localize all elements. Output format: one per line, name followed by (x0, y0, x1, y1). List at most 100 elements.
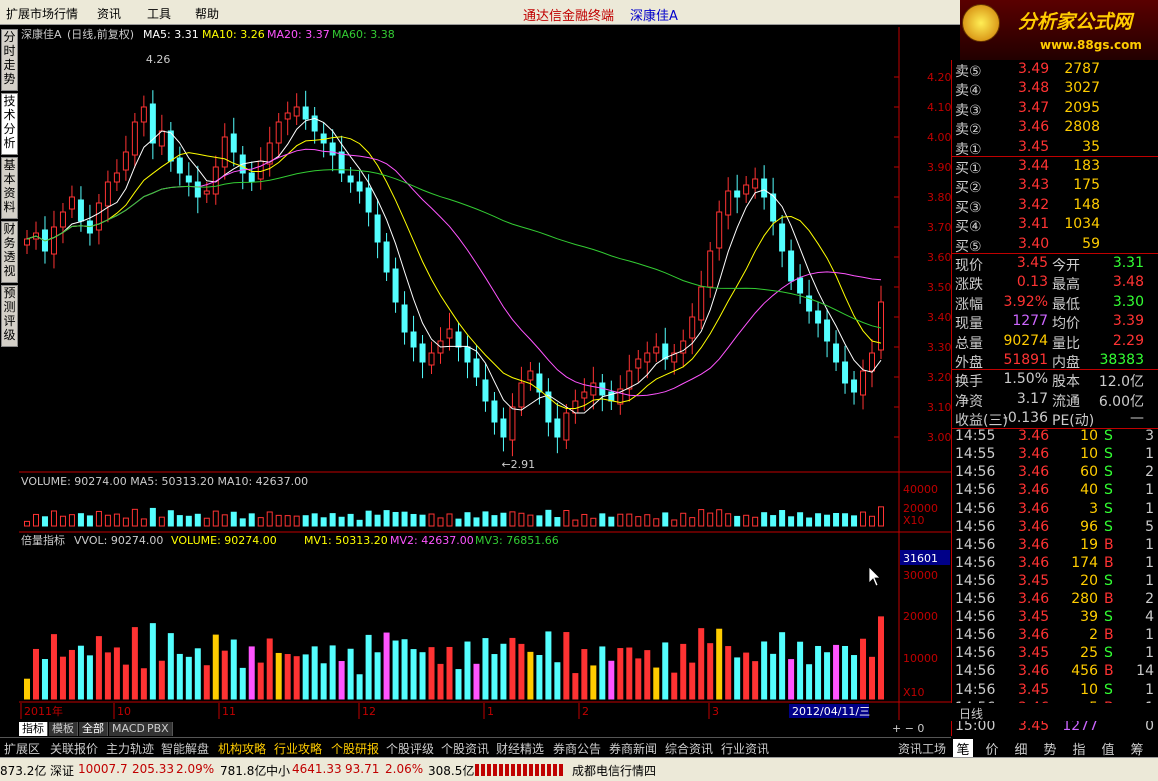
volume-bar (24, 520, 30, 527)
candle-body (779, 223, 786, 252)
vvol-bar (752, 661, 759, 700)
func-9[interactable]: 财经精选 (496, 740, 544, 757)
menu-extended-market[interactable]: 扩展市场行情 (6, 5, 78, 22)
price-tick-label: 3.50 (927, 281, 951, 294)
func-12[interactable]: 综合资讯 (665, 740, 713, 757)
func-5[interactable]: 行业攻略 (274, 740, 322, 757)
tick-price: 3.46 (1018, 464, 1050, 481)
candle-body (320, 133, 327, 144)
stat-value-2: 2.29 (1112, 332, 1144, 349)
tab-fundamentals[interactable]: 基本资料 (1, 157, 18, 219)
volume-bar (401, 511, 408, 527)
candle-body (644, 352, 651, 363)
tab-template[interactable]: 模板 (49, 722, 78, 736)
vvol-bar (608, 660, 615, 700)
vvol-bar (257, 662, 264, 700)
vvol-mv1: MV1: 50313.20 (304, 534, 388, 547)
volume-bar (329, 513, 336, 527)
x-tick-label: 12 (362, 705, 376, 718)
tab-financials[interactable]: 财务透视 (1, 221, 18, 283)
vvol-bar (725, 646, 732, 700)
vvol-bar (401, 639, 408, 700)
right-tab-1[interactable]: 价 (982, 739, 1002, 758)
func-0[interactable]: 扩展区 (4, 740, 40, 757)
func-3[interactable]: 智能解盘 (161, 740, 209, 757)
tab-all[interactable]: 全部 (79, 722, 108, 736)
func-1[interactable]: 关联报价 (50, 740, 98, 757)
volume-bar (41, 516, 48, 527)
right-tab-2[interactable]: 细 (1011, 739, 1031, 758)
stat-label: 涨跌 (955, 277, 983, 294)
volume-bar (770, 515, 777, 527)
period-label[interactable]: 日线 (959, 705, 983, 722)
candle-body (635, 358, 642, 369)
func-13[interactable]: 行业资讯 (721, 740, 769, 757)
vvol-bar (842, 645, 849, 700)
extra-row: 收益(三) -0.136 PE(动) — (952, 409, 1158, 429)
tick-count: 1 (1145, 554, 1154, 571)
vvol-volume: VOLUME: 90274.00 (171, 534, 277, 547)
vvol-bar (311, 646, 318, 700)
nav-arrows[interactable]: + − 0 (892, 722, 924, 735)
vvol-bar (581, 649, 588, 700)
vvol-bar (122, 664, 129, 700)
tab-pbx[interactable]: PBX (144, 722, 173, 736)
right-bottom-tabs: 笔价细势指值筹 (951, 737, 1158, 758)
func-2[interactable]: 主力轨迹 (106, 740, 154, 757)
vvol-bar (599, 646, 606, 700)
vvol-bar (626, 647, 633, 700)
vvol-bar (671, 672, 678, 700)
stat-label: 总量 (955, 335, 983, 352)
menu-tools[interactable]: 工具 (147, 5, 171, 22)
func-6[interactable]: 个股研报 (331, 740, 379, 757)
volume-bar (248, 513, 255, 527)
vvol-bar (797, 641, 804, 700)
vvol-bar (293, 656, 300, 700)
tick-direction: B (1104, 554, 1114, 571)
menu-help[interactable]: 帮助 (195, 5, 219, 22)
func-4[interactable]: 机构攻略 (218, 740, 266, 757)
bid-row: 买⑤ 3.40 59 (952, 235, 1158, 255)
extra-row: 净资 3.17 流通 6.00亿 (952, 390, 1158, 410)
volume-bar (419, 514, 426, 527)
func-11[interactable]: 券商新闻 (609, 740, 657, 757)
price-tick-label: 3.40 (927, 311, 951, 324)
tick-price: 3.46 (1018, 663, 1050, 680)
menu-news[interactable]: 资讯 (97, 5, 121, 22)
volume-bar (689, 517, 696, 527)
right-tab-0[interactable]: 笔 (953, 739, 973, 758)
right-tab-5[interactable]: 值 (1098, 739, 1118, 758)
volume-bar (662, 512, 669, 527)
ask-price: 3.46 (1018, 119, 1050, 136)
tick-direction: B (1104, 663, 1114, 680)
volume-bar (617, 513, 624, 527)
vvol-bar (716, 628, 723, 700)
price-tick-label: 3.70 (927, 221, 951, 234)
tab-indicator[interactable]: 指标 (19, 722, 48, 736)
tick-time: 14:56 (955, 645, 996, 662)
ask-row: 卖③ 3.47 2095 (952, 99, 1158, 119)
signal-bars-icon (475, 764, 565, 776)
stat-value-2: 3.31 (1112, 255, 1144, 271)
tick-volume: 40 (1080, 482, 1098, 499)
func-10[interactable]: 券商公告 (553, 740, 601, 757)
candle-body (428, 352, 435, 366)
func-8[interactable]: 个股资讯 (441, 740, 489, 757)
func-7[interactable]: 个股评级 (386, 740, 434, 757)
right-tab-6[interactable]: 筹 (1127, 739, 1147, 758)
tick-volume: 280 (1071, 591, 1098, 607)
stat-label-2: 今开 (1052, 258, 1080, 274)
vvol-bar (194, 648, 201, 700)
candle-body (410, 331, 417, 348)
tab-macd[interactable]: MACD (109, 722, 149, 736)
high-annotation: 4.26 (146, 53, 171, 66)
news-workshop-button[interactable]: 资讯工场 (898, 740, 946, 757)
tab-technical[interactable]: 技术分析 (1, 93, 18, 155)
tab-forecast[interactable]: 预测评级 (1, 285, 18, 347)
kline-chart[interactable]: 深康佳A (日线,前复权) MA5: 3.31 MA10: 3.26 MA20:… (19, 27, 951, 720)
volume-bar (644, 514, 651, 527)
tab-intraday[interactable]: 分时走势 (1, 29, 18, 91)
volume-bar (698, 509, 705, 527)
right-tab-3[interactable]: 势 (1040, 739, 1060, 758)
right-tab-4[interactable]: 指 (1069, 739, 1089, 758)
